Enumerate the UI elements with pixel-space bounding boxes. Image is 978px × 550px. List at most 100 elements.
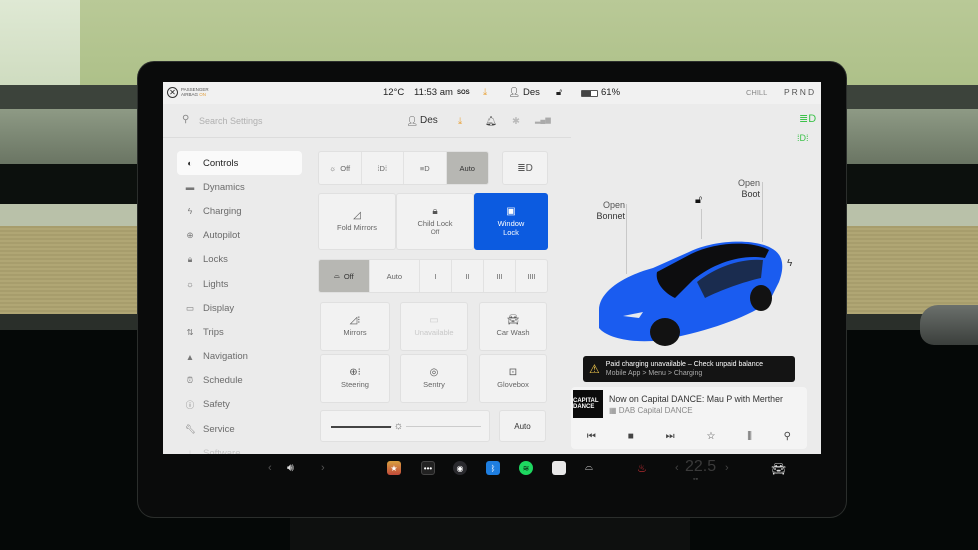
sidebar-item-controls[interactable]: ◐ Controls <box>177 151 302 176</box>
scene: ✕ PASSENGER AIRBAG ON 12°C 11:53 am SOS ⤓… <box>0 0 978 550</box>
sidebar-item-locks[interactable]: 🔒︎ Locks <box>177 248 302 272</box>
mirror-adjust-icon: ◿⁝ <box>349 315 361 326</box>
fold-mirrors-button[interactable]: ◿ Fold Mirrors <box>318 193 396 250</box>
bluetooth-icon[interactable]: ✱ <box>512 116 520 127</box>
calendar-icon[interactable] <box>552 461 566 475</box>
sidebar-item-navigation[interactable]: ▲ Navigation <box>177 345 302 369</box>
wiper-icon[interactable]: ⌓ <box>585 462 593 473</box>
sidebar-item-software[interactable]: ⤓ Software <box>177 441 302 454</box>
passenger-airbag-indicator: ✕ PASSENGER AIRBAG ON <box>167 84 211 100</box>
cabin-temperature[interactable]: 22.5 <box>685 458 716 476</box>
auto-high-beam-button[interactable]: ≣D <box>502 151 548 185</box>
volume-icon[interactable]: 🔊︎ <box>287 462 294 475</box>
sidebar-item-label: Service <box>203 423 235 435</box>
toggle-icon: ◐ <box>187 158 193 169</box>
media-source-label: DAB Capital DANCE <box>618 406 693 415</box>
sidebar-item-label: Charging <box>203 205 242 217</box>
spotify-icon[interactable]: ≋ <box>519 461 533 475</box>
child-lock-state: Off <box>430 228 440 236</box>
bluetooth-icon[interactable]: ᛒ <box>486 461 500 475</box>
charging-alert[interactable]: ⚠ Paid charging unavailable – Check unpa… <box>583 356 795 382</box>
sidebar-item-charging[interactable]: ϟ Charging <box>177 199 302 223</box>
seat-heater-icon[interactable]: ♨ <box>637 462 647 475</box>
open-boot-button[interactable]: Open Boot <box>718 178 760 200</box>
more-icon[interactable]: ••• <box>421 461 435 475</box>
profile-name[interactable]: Des <box>420 115 438 126</box>
brightness-auto-button[interactable]: Auto <box>499 410 546 442</box>
previous-track-icon[interactable]: ⏮︎ <box>587 431 596 442</box>
touchscreen: ✕ PASSENGER AIRBAG ON 12°C 11:53 am SOS ⤓… <box>163 82 821 454</box>
child-lock-button[interactable]: 🔒︎ Child Lock Off <box>396 193 474 250</box>
sun-icon[interactable]: ☼ <box>391 419 406 433</box>
brightness-slider[interactable]: ☼ <box>331 419 481 433</box>
wipers-speed-3-option[interactable]: III <box>484 260 517 292</box>
sidebar-item-trips[interactable]: ⇅ Trips <box>177 320 302 344</box>
wipers-speed-2-option[interactable]: II <box>452 260 485 292</box>
taskbar: ‹ 🔊︎ › ★ ••• ◉ ᛒ ≋ ⌓ ♨ ‹ 22.5 › ◦◦ 🚘︎ <box>163 454 821 490</box>
unlock-icon[interactable]: 🔓︎ <box>556 87 562 98</box>
option-label: I <box>434 271 437 281</box>
sos-icon[interactable]: SOS <box>457 90 470 96</box>
search-icon[interactable]: ⚲ <box>784 431 791 442</box>
sidebar-item-lights[interactable]: ☼ Lights <box>177 272 302 296</box>
bell-icon[interactable]: 🔔︎ <box>485 116 497 127</box>
download-icon[interactable]: ⤓ <box>458 116 462 127</box>
parking-lights-option[interactable]: ⁞D⁞ <box>362 152 404 184</box>
navigation-icon: ▲ <box>185 351 195 362</box>
favorite-icon[interactable]: ☆ <box>706 431 715 442</box>
sidebar-item-dynamics[interactable]: ▬ Dynamics <box>177 175 302 199</box>
car-icon[interactable]: 🚘︎ <box>771 462 786 476</box>
toybox-icon[interactable]: ★ <box>387 461 401 475</box>
driver-profile[interactable]: Des <box>523 87 540 98</box>
search-input[interactable] <box>199 113 349 129</box>
user-icon[interactable]: 👤︎ <box>508 87 520 98</box>
temp-down-icon[interactable]: ‹ <box>675 462 679 474</box>
battery-icon <box>581 90 598 97</box>
window-lock-button[interactable]: ▣ Window Lock <box>474 193 548 250</box>
sidebar-item-service[interactable]: 🔧︎ Service <box>177 417 302 441</box>
volume-down-icon[interactable]: ‹ <box>268 462 272 474</box>
headlights-auto-option[interactable]: Auto <box>446 152 488 184</box>
unlock-icon[interactable]: 🔓︎ <box>695 194 702 207</box>
car-wash-button[interactable]: 🚘︎ Car Wash <box>479 302 547 351</box>
glovebox-button[interactable]: ⊡ Glovebox <box>479 354 547 403</box>
download-icon[interactable]: ⤓ <box>483 87 487 98</box>
temp-up-icon[interactable]: › <box>725 462 729 474</box>
alert-text: Paid charging unavailable – Check unpaid… <box>606 360 763 378</box>
button-label: Fold Mirrors <box>336 223 377 232</box>
wipers-speed-4-option[interactable]: IIII <box>516 260 547 292</box>
wipers-speed-1-option[interactable]: I <box>420 260 453 292</box>
car-wash-icon: 🚘︎ <box>506 315 520 326</box>
car-wheel <box>750 285 772 311</box>
stop-icon[interactable]: ■ <box>628 431 634 442</box>
volume-up-icon[interactable]: › <box>321 462 325 474</box>
sidebar-item-display[interactable]: ▭ Display <box>177 296 302 320</box>
user-icon[interactable]: 👤︎ <box>406 116 418 127</box>
drive-mode: CHILL <box>746 88 768 97</box>
steering-button[interactable]: ⊕⁝ Steering <box>320 354 390 403</box>
headlights-off-option[interactable]: ☼ Off <box>319 152 362 184</box>
headlights-on-icon: ≣D <box>799 113 817 125</box>
sidebar-item-autopilot[interactable]: ⊕ Autopilot <box>177 224 302 248</box>
label: Boot <box>741 189 760 199</box>
equalizer-icon[interactable]: ⫼ <box>747 431 752 442</box>
mirrors-button[interactable]: ◿⁝ Mirrors <box>320 302 390 351</box>
sidebar-item-label: Lights <box>203 278 229 290</box>
low-beam-option[interactable]: ≡D <box>404 152 447 184</box>
sidebar-item-schedule[interactable]: ⏰︎ Schedule <box>177 369 302 393</box>
airbag-state: ON <box>199 92 207 97</box>
fan-icon[interactable]: ◦◦ <box>693 476 698 483</box>
sentry-button[interactable]: ◎ Sentry <box>400 354 468 403</box>
wipers-off-option[interactable]: ⌓ Off <box>319 260 370 292</box>
sidebar-item-label: Schedule <box>203 375 243 387</box>
camera-icon[interactable]: ◉ <box>453 461 467 475</box>
open-bonnet-button[interactable]: Open Bonnet <box>581 200 625 222</box>
sidebar-item-label: Dynamics <box>203 181 245 193</box>
sidebar-item-safety[interactable]: ⓘ Safety <box>177 393 302 417</box>
next-track-icon[interactable]: ⏭︎ <box>666 431 675 442</box>
sidebar-item-label: Navigation <box>203 351 248 363</box>
option-label: II <box>465 271 470 281</box>
steering-wheel-icon: ⊕⁝ <box>349 367 361 378</box>
wipers-auto-option[interactable]: Auto <box>370 260 421 292</box>
label: Open <box>737 178 760 188</box>
